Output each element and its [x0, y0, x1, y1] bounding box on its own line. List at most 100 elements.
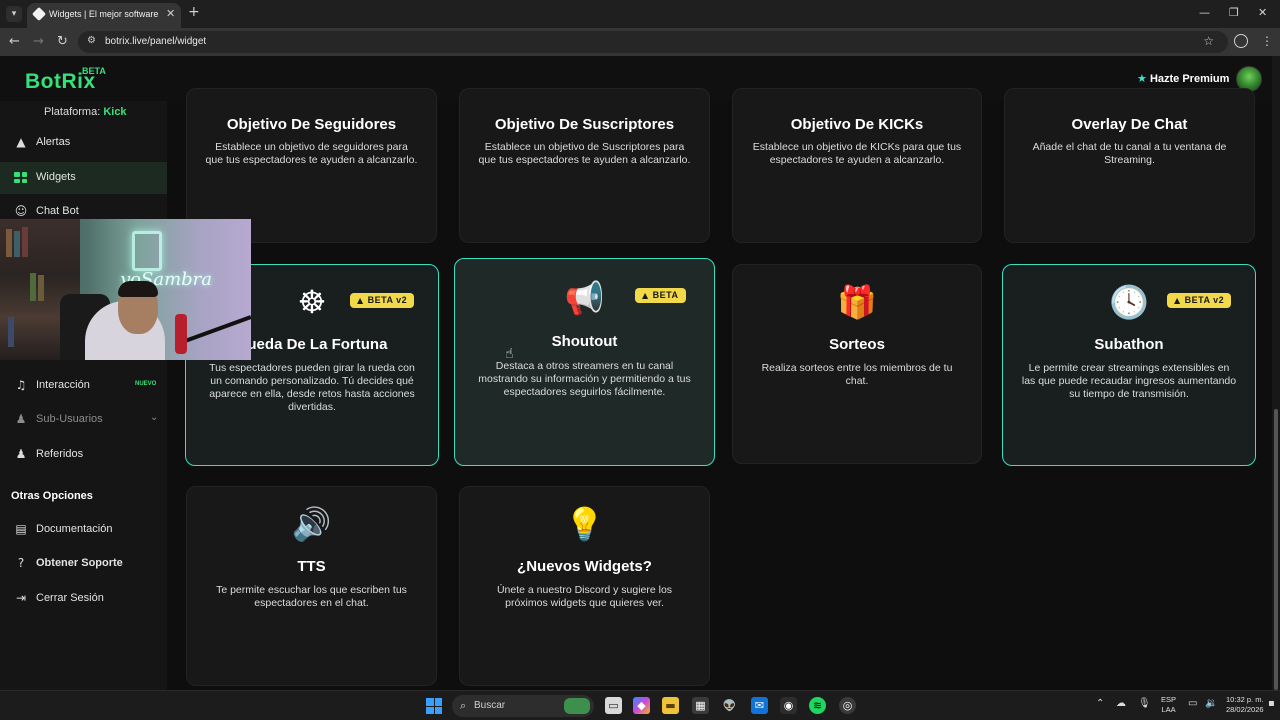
sidebar-item-label: Alertas	[36, 136, 71, 148]
page-scrollbar[interactable]	[1272, 56, 1280, 690]
widget-description: Tus espectadores pueden girar la rueda c…	[209, 362, 415, 413]
premium-label: Hazte Premium	[1149, 73, 1230, 85]
windows-start-icon[interactable]	[426, 698, 442, 714]
browser-menu-icon[interactable]: ⋮	[1261, 34, 1273, 48]
close-tab-icon[interactable]: ✕	[166, 7, 175, 20]
users-icon: ♟	[15, 447, 27, 461]
flask-icon: ▲	[357, 296, 364, 305]
book-icon: ▤	[15, 522, 27, 536]
mic-arm	[184, 315, 251, 343]
sidebar-item-label: Referidos	[36, 448, 84, 460]
onedrive-icon[interactable]: ☁	[1116, 698, 1126, 709]
spotify-icon[interactable]: ≋	[809, 697, 826, 714]
task-view-icon[interactable]: ▭	[605, 697, 622, 714]
obs-icon[interactable]: ◎	[839, 697, 856, 714]
widget-card-shoutout[interactable]: 📢 ▲ BETA Shoutout Destaca a otros streame…	[454, 258, 715, 466]
search-highlight-art	[564, 698, 590, 714]
widget-card-overlay-chat[interactable]: Overlay De Chat Añade el chat de tu cana…	[1004, 88, 1255, 243]
widget-card-sorteos[interactable]: 🎁 Sorteos Realiza sorteos entre los miem…	[732, 264, 982, 464]
copilot-icon[interactable]: ◆	[633, 697, 650, 714]
url-text: botrix.live/panel/widget	[105, 36, 207, 47]
platform-indicator: Plataforma: Kick	[44, 106, 127, 118]
widget-card-objetivo-kicks[interactable]: Objetivo De KICKs Establece un objetivo …	[732, 88, 982, 243]
widget-description: Establece un objetivo de KICKs para que …	[752, 141, 962, 166]
microphone	[175, 314, 187, 354]
sidebar-item-label: Interacción	[36, 379, 90, 391]
widget-card-objetivo-suscriptores[interactable]: Objetivo De Suscriptores Establece un ob…	[459, 88, 710, 243]
tab-search-icon[interactable]: ▾	[6, 6, 22, 22]
alien-app-icon[interactable]: 👽	[721, 697, 738, 714]
book	[14, 231, 20, 257]
gifts-icon: 🎁	[837, 283, 877, 321]
widget-description: Le permite crear streamings extensibles …	[1021, 362, 1237, 400]
users-cog-icon: ♟	[15, 412, 27, 426]
sidebar-item-sub-usuarios[interactable]: ♟ Sub-Usuarios ⌄	[0, 404, 167, 436]
widget-card-subathon[interactable]: 🕓 ▲ BETA v2 Subathon Le permite crear str…	[1002, 264, 1256, 466]
minimize-icon[interactable]: —	[1199, 6, 1210, 19]
sidebar-item-label: Chat Bot	[36, 205, 79, 217]
sidebar-item-alertas[interactable]: ▲ Alertas	[0, 127, 167, 159]
browser-toolbar: ← → ↻ ⚙ botrix.live/panel/widget ☆ ⋮	[0, 28, 1280, 56]
new-tab-icon[interactable]: +	[188, 4, 200, 20]
language-indicator[interactable]: ESP LAA	[1161, 695, 1176, 715]
volume-tray-icon[interactable]: 🔉	[1205, 698, 1217, 709]
tray-overflow-icon[interactable]: ⌃	[1096, 698, 1104, 709]
hand-cursor-icon: ☝	[505, 346, 514, 362]
close-window-icon[interactable]: ✕	[1258, 6, 1267, 19]
beta-badge-label: BETA	[652, 290, 679, 300]
sidebar-item-interaccion[interactable]: ♫ Interacción NUEVO	[0, 370, 167, 402]
neon-sign-logo	[132, 231, 162, 271]
file-explorer-icon[interactable]: ▬	[662, 697, 679, 714]
sidebar-item-cerrar-sesion[interactable]: ⇥ Cerrar Sesión	[0, 583, 167, 615]
language-code: ESP	[1161, 695, 1177, 704]
widget-card-tts[interactable]: 🔊 TTS Te permite escuchar los que escrib…	[186, 486, 437, 686]
scrollbar-thumb[interactable]	[1274, 409, 1278, 690]
logout-icon: ⇥	[15, 591, 27, 605]
question-circle-icon: ?	[17, 556, 25, 570]
beta-badge: ▲ BETA v2	[350, 293, 415, 308]
chrome-icon[interactable]: ◉	[780, 697, 797, 714]
browser-tab[interactable]: Widgets | El mejor software pa ✕	[27, 3, 181, 28]
restore-icon[interactable]: ❐	[1229, 6, 1239, 19]
notifications-icon[interactable]: ▪	[1268, 698, 1275, 709]
taskbar-search[interactable]: ⌕ Buscar	[452, 695, 594, 717]
beta-badge-label: BETA v2	[1184, 295, 1225, 305]
network-icon[interactable]: ▭	[1188, 698, 1197, 709]
clock-time: 10:32 p. m.	[1226, 695, 1264, 704]
system-clock[interactable]: 10:32 p. m. 28/02/2026	[1226, 695, 1264, 715]
bookmark-star-icon[interactable]: ☆	[1203, 34, 1214, 48]
chevron-down-icon: ⌄	[150, 412, 159, 423]
book	[6, 229, 12, 257]
site-info-icon[interactable]: ⚙	[87, 35, 96, 46]
grid-icon	[14, 172, 27, 183]
widget-description: Destaca a otros streamers en tu canal mo…	[478, 360, 691, 398]
sidebar-item-label: Sub-Usuarios	[36, 413, 103, 425]
robot-icon: ☺	[14, 204, 28, 218]
webcam-overlay: yoSambra	[0, 219, 251, 360]
sidebar-item-widgets[interactable]: Widgets	[0, 162, 167, 194]
beta-badge: ▲ BETA v2	[1167, 293, 1232, 308]
sidebar-item-soporte[interactable]: ? Obtener Soporte	[0, 548, 167, 580]
flask-icon: ▲	[1174, 296, 1181, 305]
widget-title: Objetivo De Suscriptores	[494, 116, 675, 133]
streamer-hair	[118, 281, 158, 297]
book	[22, 227, 28, 257]
sidebar-item-documentacion[interactable]: ▤ Documentación	[0, 514, 167, 546]
widget-card-nuevos-widgets[interactable]: 💡 ¿Nuevos Widgets? Únete a nuestro Disco…	[459, 486, 710, 686]
sidebar-item-referidos[interactable]: ♟ Referidos	[0, 439, 167, 471]
widget-description: Realiza sorteos entre los miembros de tu…	[761, 362, 953, 387]
outlook-icon[interactable]: ✉	[751, 697, 768, 714]
book	[38, 275, 44, 301]
address-bar[interactable]: ⚙ botrix.live/panel/widget ☆	[78, 31, 1228, 53]
widget-description: Te permite escuchar los que escriben tus…	[216, 584, 407, 609]
microphone-tray-icon[interactable]: 🎙	[1138, 698, 1151, 709]
flask-icon: ▲	[642, 291, 649, 300]
reload-icon[interactable]: ↻	[57, 34, 68, 49]
premium-button[interactable]: ★ Hazte Premium	[1137, 72, 1229, 85]
microsoft-store-icon[interactable]: ▦	[692, 697, 709, 714]
book	[30, 273, 36, 301]
forward-icon[interactable]: →	[33, 34, 44, 49]
back-icon[interactable]: ←	[9, 34, 20, 49]
widget-description: Establece un objetivo de Suscriptores pa…	[478, 141, 691, 166]
profile-icon[interactable]	[1234, 34, 1248, 48]
